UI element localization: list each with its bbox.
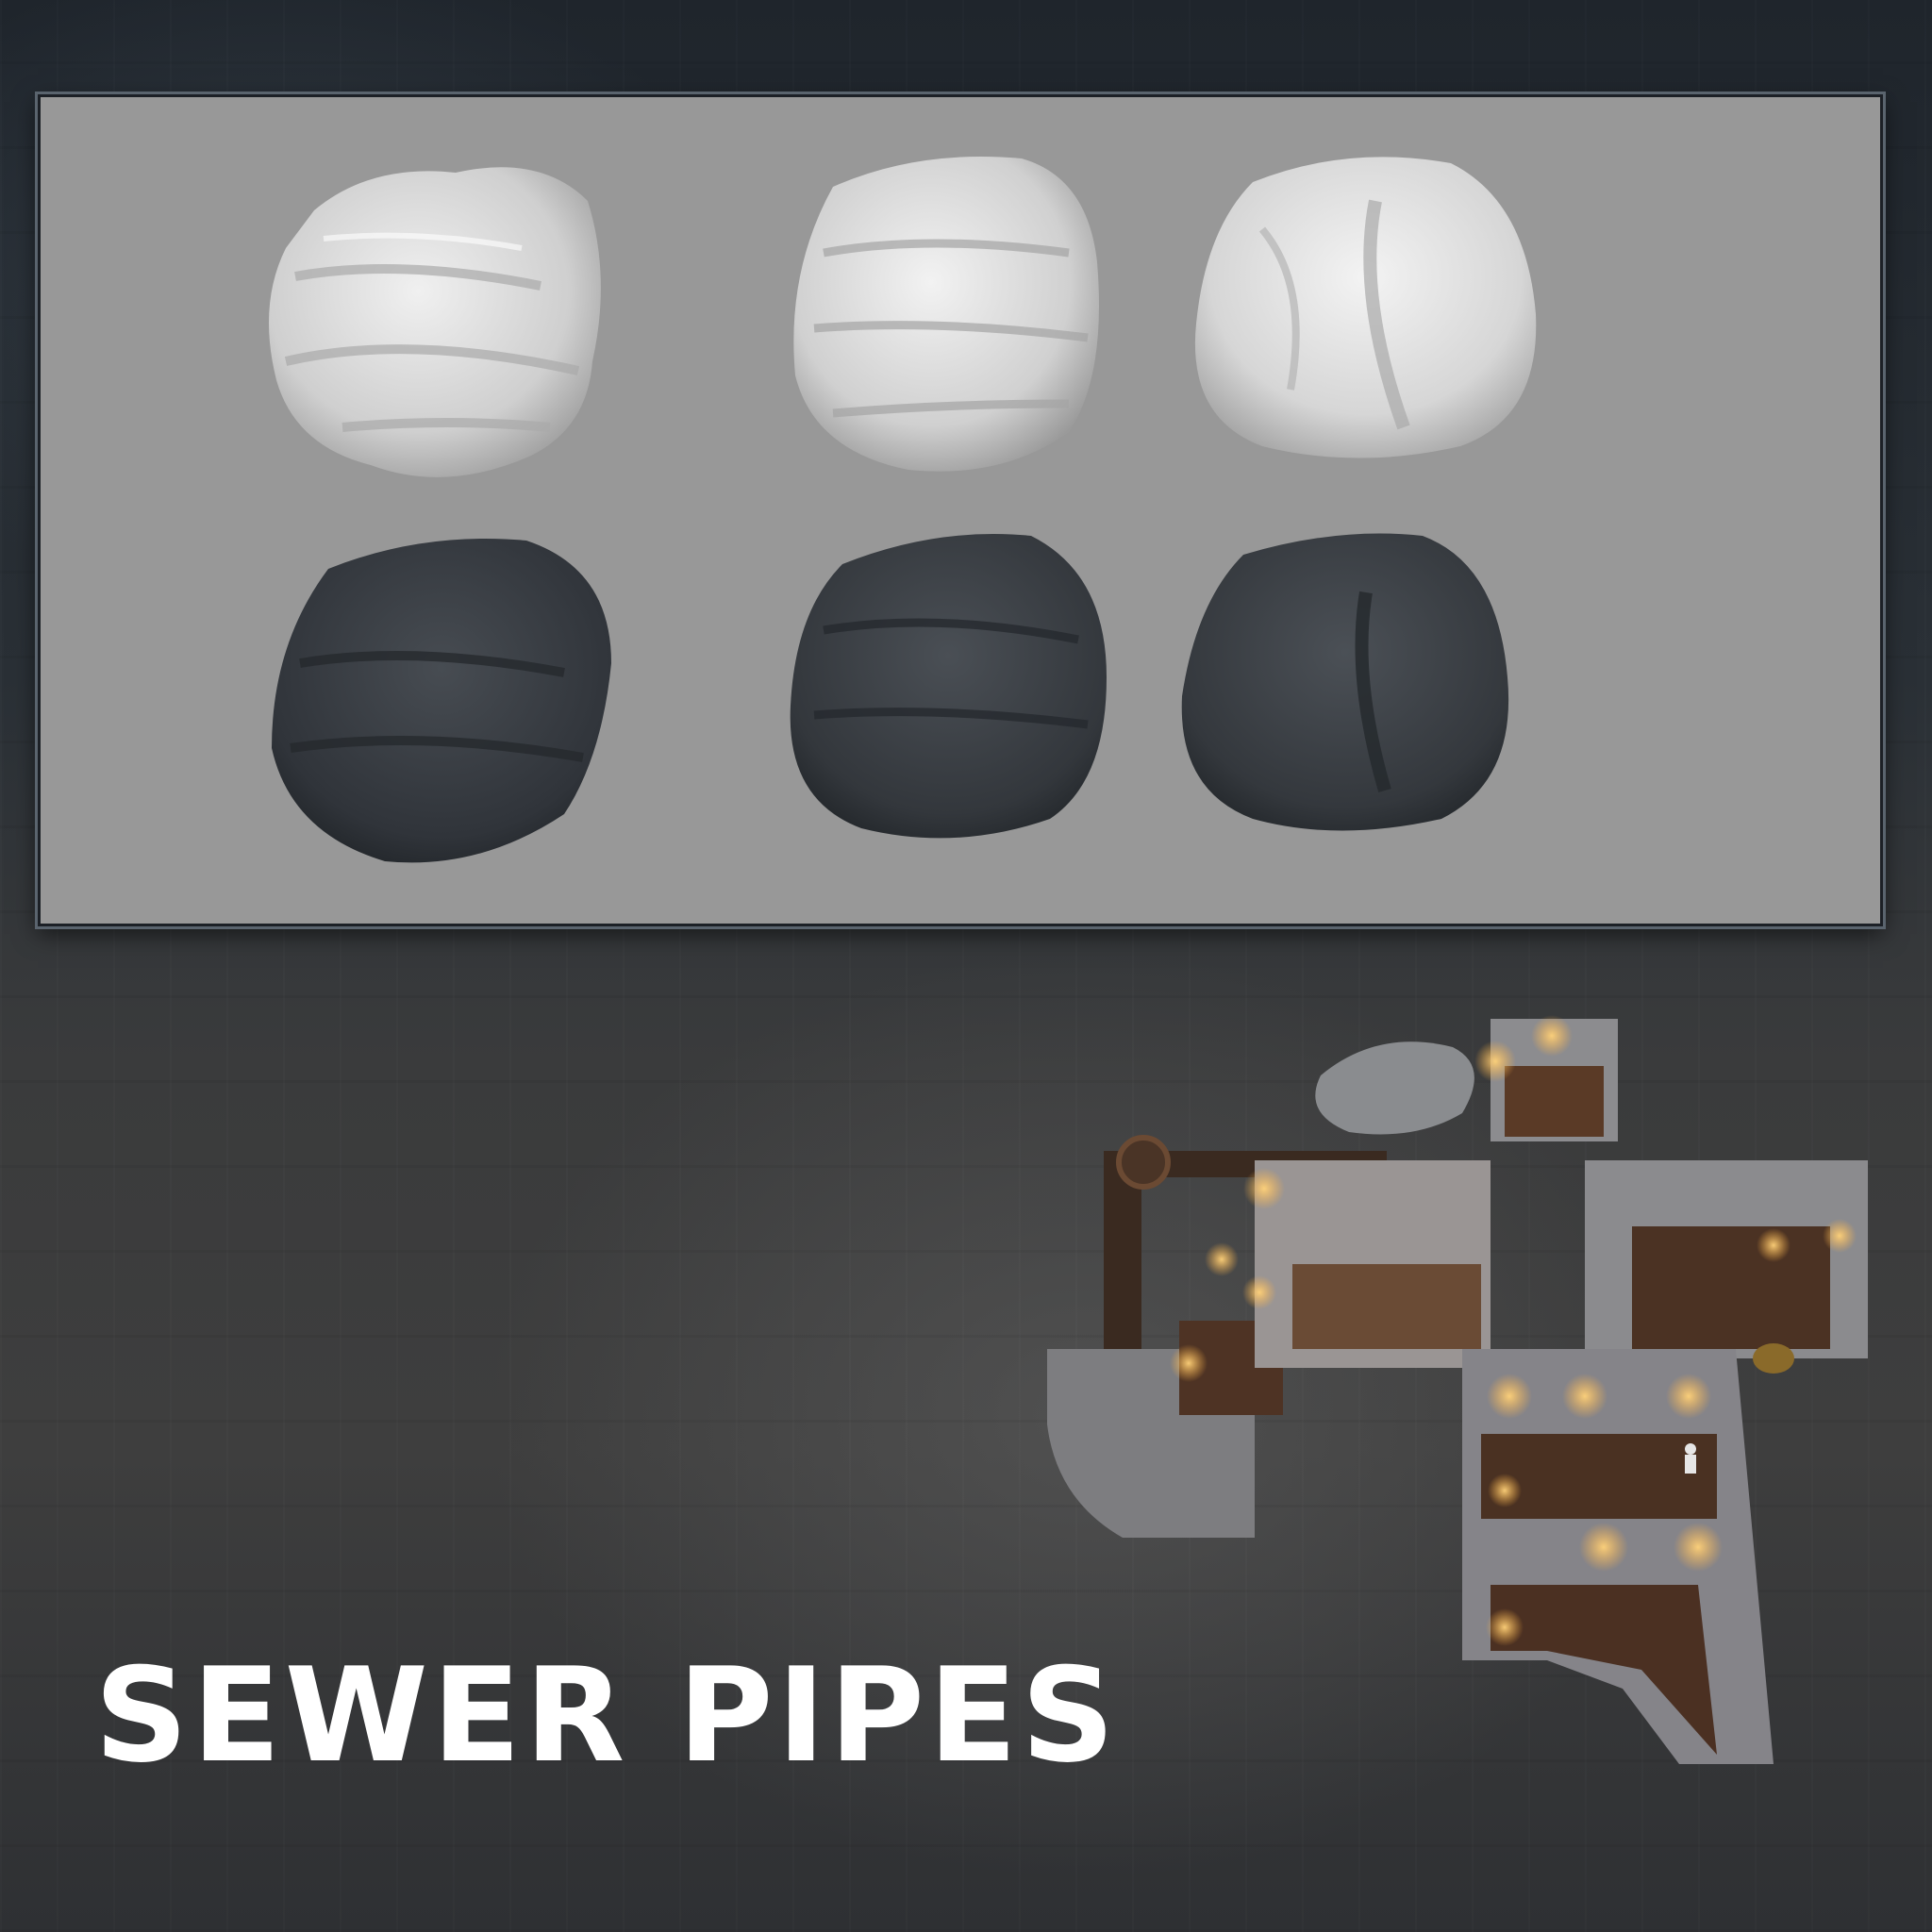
textured-rock-3 bbox=[1177, 526, 1526, 838]
sculpted-rock-3 bbox=[1187, 144, 1545, 465]
sculpted-rock-2 bbox=[786, 140, 1107, 479]
rock-showcase-panel bbox=[38, 94, 1883, 926]
sculpted-rock-1 bbox=[258, 144, 616, 493]
textured-rock-2 bbox=[786, 526, 1116, 847]
dungeon-map-render bbox=[1019, 1009, 1906, 1830]
textured-rock-1 bbox=[262, 531, 630, 871]
page-title: SEWER PIPES bbox=[94, 1640, 1119, 1791]
